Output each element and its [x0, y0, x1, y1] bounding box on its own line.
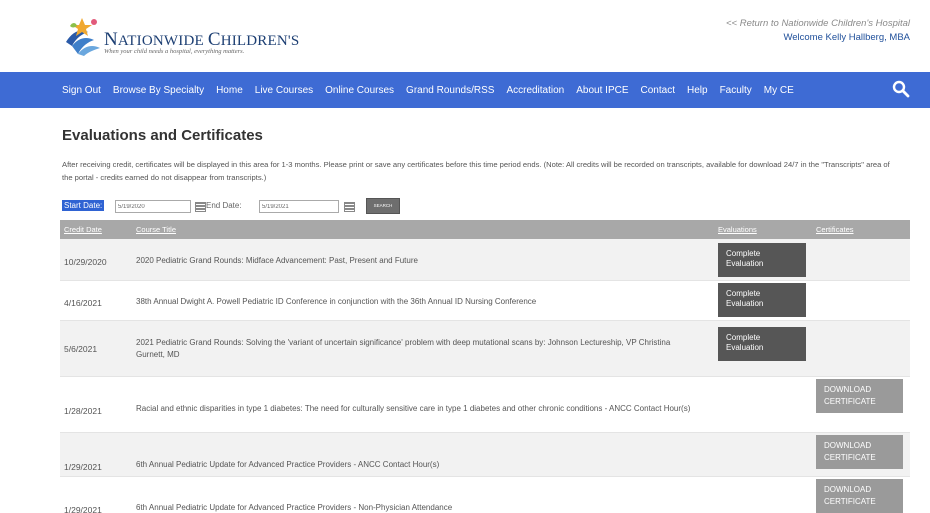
nav-item-help[interactable]: Help: [687, 85, 708, 96]
course-title: 2020 Pediatric Grand Rounds: Midface Adv…: [136, 256, 418, 265]
intro-text: After receiving credit, certificates wil…: [62, 160, 890, 182]
site-header: NATIONWIDE CHILDREN'S When your child ne…: [0, 0, 930, 72]
download-certificate-button[interactable]: DOWNLOAD CERTIFICATE: [816, 379, 903, 413]
table-body: 10/29/2020 2020 Pediatric Grand Rounds: M…: [60, 239, 910, 513]
nav-item-sign-out[interactable]: Sign Out: [62, 85, 101, 96]
header-evaluations[interactable]: Evaluations: [718, 225, 757, 234]
end-date-input[interactable]: [259, 200, 339, 213]
header-course-title[interactable]: Course Title: [136, 225, 176, 234]
header-certificates[interactable]: Certificates: [816, 225, 854, 234]
calendar-icon[interactable]: [195, 202, 206, 212]
start-date-input[interactable]: [115, 200, 191, 213]
course-title: 6th Annual Pediatric Update for Advanced…: [136, 503, 453, 512]
nav-item-live-courses[interactable]: Live Courses: [255, 85, 313, 96]
nav-item-online-courses[interactable]: Online Courses: [325, 85, 394, 96]
table-row: 4/16/2021 38th Annual Dwight A. Powell Pe…: [60, 281, 910, 321]
nav-item-contact[interactable]: Contact: [641, 85, 675, 96]
main-nav: Sign Out Browse By Specialty Home Live Cour…: [0, 72, 930, 108]
credit-date: 1/29/2021: [64, 505, 102, 513]
search-icon[interactable]: [892, 80, 910, 98]
credit-date: 1/29/2021: [64, 462, 102, 472]
credit-date: 1/28/2021: [64, 406, 102, 416]
download-certificate-button[interactable]: DOWNLOAD CERTIFICATE: [816, 435, 903, 469]
table-row: 1/29/2021 6th Annual Pediatric Update for…: [60, 477, 910, 513]
header-credit-date[interactable]: Credit Date: [64, 225, 102, 234]
table-header: Credit Date Course Title Evaluations Cer…: [60, 220, 910, 239]
nav-item-my-ce[interactable]: My CE: [764, 85, 794, 96]
return-to-hospital-link[interactable]: << Return to Nationwide Children's Hospi…: [726, 18, 910, 29]
nav-item-grand-rounds-rss[interactable]: Grand Rounds/RSS: [406, 85, 494, 96]
welcome-user: Welcome Kelly Hallberg, MBA: [783, 32, 910, 43]
course-title: 6th Annual Pediatric Update for Advanced…: [136, 460, 440, 469]
credit-date: 5/6/2021: [64, 344, 98, 354]
course-title: 38th Annual Dwight A. Powell Pediatric I…: [136, 297, 537, 306]
page-title: Evaluations and Certificates: [62, 127, 263, 144]
nav-item-about-ipce[interactable]: About IPCE: [576, 85, 628, 96]
certificates-table: Credit Date Course Title Evaluations Cer…: [60, 220, 910, 513]
logo-mark-icon: [66, 18, 100, 56]
nav-item-faculty[interactable]: Faculty: [720, 85, 752, 96]
calendar-icon[interactable]: [344, 202, 355, 212]
nav-list: Sign Out Browse By Specialty Home Live Cour…: [62, 72, 806, 108]
table-row: 10/29/2020 2020 Pediatric Grand Rounds: M…: [60, 239, 910, 281]
table-row: 1/28/2021 Racial and ethnic disparities i…: [60, 377, 910, 433]
table-row: 5/6/2021 2021 Pediatric Grand Rounds: Sol…: [60, 321, 910, 377]
complete-evaluation-button[interactable]: Complete Evaluation: [718, 283, 806, 317]
course-title: Racial and ethnic disparities in type 1 …: [136, 404, 691, 413]
logo-tagline: When your child needs a hospital, everyt…: [104, 48, 245, 55]
credit-date: 10/29/2020: [64, 257, 107, 267]
nationwide-childrens-logo[interactable]: NATIONWIDE CHILDREN'S When your child ne…: [62, 12, 299, 60]
download-certificate-button[interactable]: DOWNLOAD CERTIFICATE: [816, 479, 903, 513]
date-filter: Start Date: End Date: SEARCH: [62, 198, 462, 214]
complete-evaluation-button[interactable]: Complete Evaluation: [718, 243, 806, 277]
nav-item-browse-by-specialty[interactable]: Browse By Specialty: [113, 85, 204, 96]
complete-evaluation-button[interactable]: Complete Evaluation: [718, 327, 806, 361]
end-date-label: End Date:: [206, 201, 242, 210]
course-title: 2021 Pediatric Grand Rounds: Solving the…: [136, 338, 671, 359]
nav-item-home[interactable]: Home: [216, 85, 243, 96]
search-button[interactable]: SEARCH: [366, 198, 400, 214]
table-row: 1/29/2021 6th Annual Pediatric Update for…: [60, 433, 910, 477]
credit-date: 4/16/2021: [64, 298, 102, 308]
nav-item-accreditation[interactable]: Accreditation: [506, 85, 564, 96]
start-date-label: Start Date:: [62, 200, 105, 211]
